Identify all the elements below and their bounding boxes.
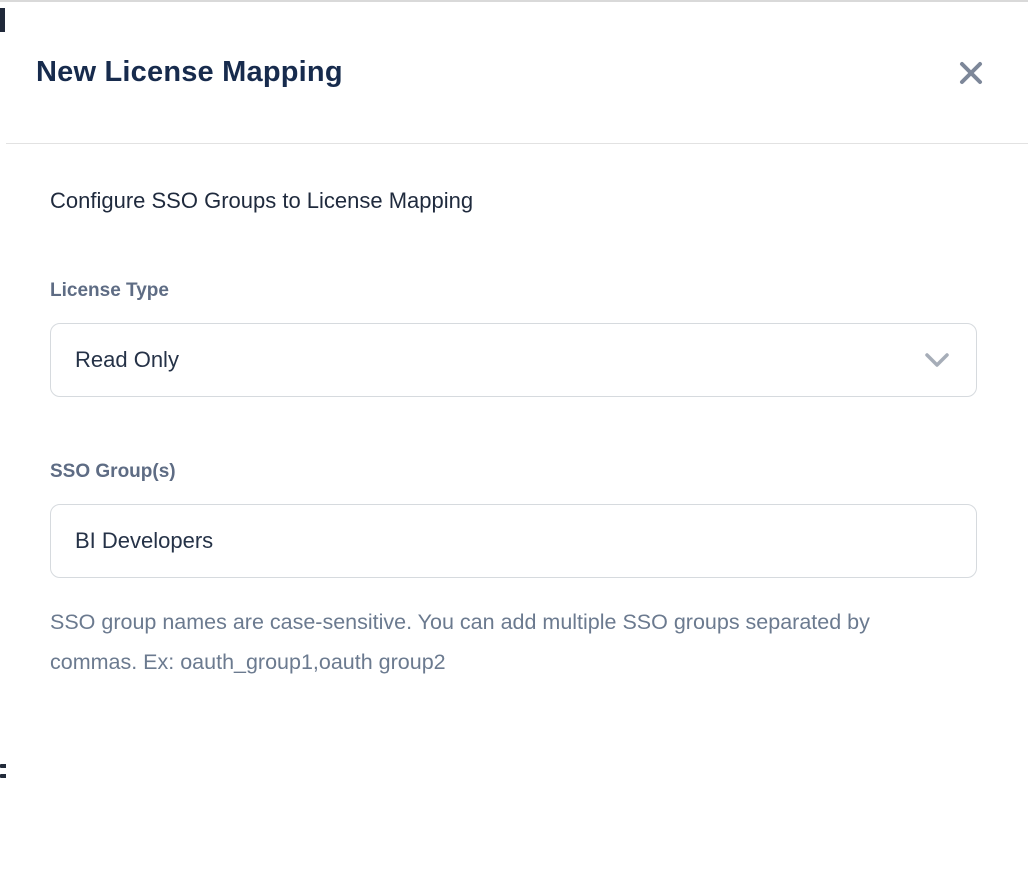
dialog-subtitle: Configure SSO Groups to License Mapping [50,188,983,214]
sso-groups-field-group: SSO Group(s) SSO group names are case-se… [50,461,983,682]
close-icon [958,60,984,86]
chevron-down-icon [924,351,950,369]
license-type-select[interactable]: Read Only [50,323,977,397]
license-type-selected-value: Read Only [75,347,179,373]
license-type-field-group: License Type Read Only [50,280,983,397]
dialog-header: New License Mapping [6,2,1028,144]
dialog-body: Configure SSO Groups to License Mapping … [6,144,1028,682]
close-button[interactable] [954,56,988,90]
license-type-label: License Type [50,280,983,302]
dialog-title: New License Mapping [36,56,343,89]
sso-groups-input[interactable] [50,504,977,578]
background-sidebar-fragment [0,8,5,32]
new-license-mapping-dialog: New License Mapping Configure SSO Groups… [6,2,1028,876]
page-background: New License Mapping Configure SSO Groups… [0,0,1028,876]
sso-groups-label: SSO Group(s) [50,461,983,483]
sso-groups-help-text: SSO group names are case-sensitive. You … [50,602,910,682]
